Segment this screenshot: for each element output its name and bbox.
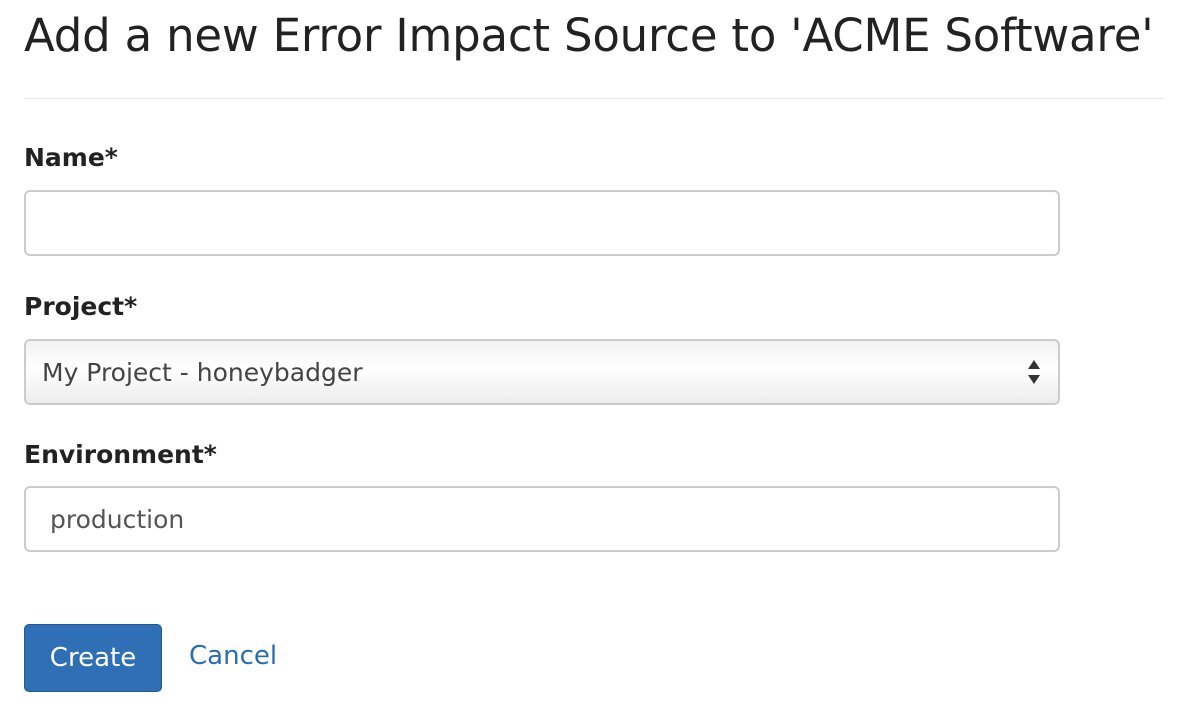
project-select-value: My Project - honeybadger (42, 357, 363, 387)
create-button[interactable]: Create (24, 624, 162, 692)
page-title: Add a new Error Impact Source to 'ACME S… (24, 9, 1154, 62)
environment-input[interactable] (24, 486, 1060, 552)
project-select[interactable]: My Project - honeybadger (24, 339, 1060, 405)
title-divider (24, 98, 1164, 99)
name-input[interactable] (24, 190, 1060, 256)
cancel-link[interactable]: Cancel (189, 638, 277, 674)
name-label: Name* (24, 143, 118, 172)
project-label: Project* (24, 292, 138, 321)
environment-label: Environment* (24, 440, 217, 469)
select-arrows-icon (1026, 358, 1042, 386)
